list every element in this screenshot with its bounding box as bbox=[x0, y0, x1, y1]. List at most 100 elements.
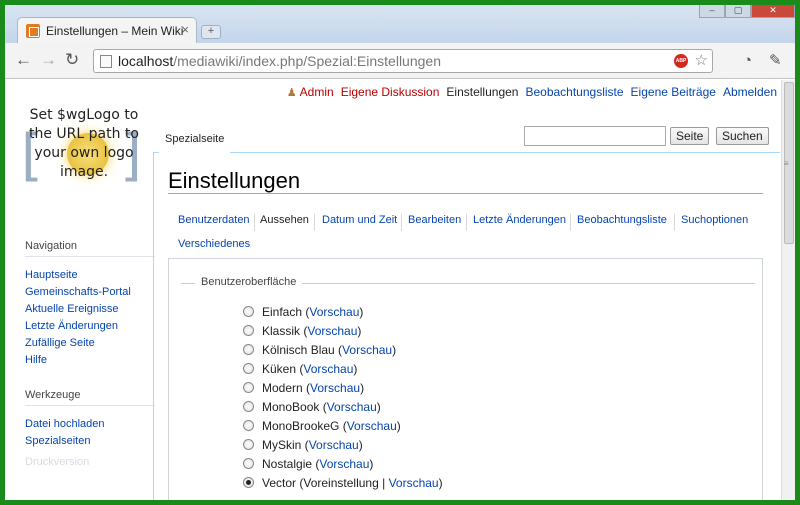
skin-preview-link[interactable]: Vorschau bbox=[319, 457, 369, 471]
sidebar-item-hauptseite[interactable]: Hauptseite bbox=[25, 267, 155, 284]
sidebar-item-recent-changes[interactable]: Letzte Änderungen bbox=[25, 318, 155, 335]
window-controls: – ▢ ✕ bbox=[699, 5, 795, 19]
skin-label: Nostalgie (Vorschau) bbox=[262, 457, 374, 471]
tab-separator bbox=[314, 214, 315, 231]
tab-strip: Einstellungen – Mein Wiki × + – ▢ ✕ bbox=[5, 5, 795, 44]
back-arrow-icon[interactable]: ← bbox=[15, 51, 32, 69]
skin-radio[interactable] bbox=[243, 306, 254, 317]
browser-tab[interactable]: Einstellungen – Mein Wiki × bbox=[17, 17, 197, 44]
logo-text: Set $wgLogo to the URL path to your own … bbox=[29, 107, 139, 180]
bookmark-star-icon[interactable]: ☆ bbox=[695, 52, 708, 70]
tab-separator bbox=[401, 214, 402, 231]
wiki-favicon-icon bbox=[26, 24, 40, 38]
tab-benutzerdaten[interactable]: Benutzerdaten bbox=[174, 209, 254, 232]
scrollbar-grip-icon: ≡ bbox=[784, 159, 789, 168]
user-link[interactable]: Admin bbox=[300, 85, 334, 99]
new-tab-button[interactable]: + bbox=[201, 25, 221, 39]
user-icon: ♟ bbox=[286, 87, 297, 99]
page-menu-icon[interactable]: ◔ bbox=[743, 52, 752, 70]
skin-radio[interactable] bbox=[243, 344, 254, 355]
skin-default-note: Voreinstellung bbox=[303, 476, 379, 490]
address-bar[interactable]: localhost/mediawiki/index.php/Spezial:Ei… bbox=[93, 49, 713, 73]
skin-name: Kölnisch Blau bbox=[262, 343, 335, 357]
tab-separator bbox=[674, 214, 675, 231]
browser-toolbar: ← → ↻ localhost/mediawiki/index.php/Spez… bbox=[5, 43, 795, 79]
skin-fieldset: Benutzeroberfläche Einfach (Vorschau) Kla… bbox=[181, 276, 755, 500]
skin-preview-link[interactable]: Vorschau bbox=[342, 343, 392, 357]
minimize-icon[interactable]: – bbox=[699, 5, 725, 18]
skin-preview-link[interactable]: Vorschau bbox=[309, 438, 359, 452]
url-path: /mediawiki/index.php/Spezial:Einstellung… bbox=[173, 53, 441, 69]
page-content: ♟ Admin Eigene Diskussion Einstellungen Beob… bbox=[5, 80, 795, 500]
sidebar-item-help[interactable]: Hilfe bbox=[25, 352, 155, 369]
tab-letzte-aenderungen[interactable]: Letzte Änderungen bbox=[469, 209, 570, 232]
nav-heading: Navigation bbox=[25, 240, 155, 257]
skin-label: Einfach (Vorschau) bbox=[262, 305, 364, 319]
skin-name: Einfach bbox=[262, 305, 303, 319]
maximize-icon[interactable]: ▢ bbox=[725, 5, 751, 18]
logout-link[interactable]: Abmelden bbox=[723, 85, 777, 99]
skin-radio[interactable] bbox=[243, 401, 254, 412]
skin-name: Küken bbox=[262, 362, 297, 376]
skin-label: MonoBrookeG (Vorschau) bbox=[262, 419, 401, 433]
skin-radio[interactable] bbox=[243, 477, 254, 488]
tab-verschiedenes[interactable]: Verschiedenes bbox=[174, 233, 254, 256]
skin-label: Kölnisch Blau (Vorschau) bbox=[262, 343, 397, 357]
address-url: localhost/mediawiki/index.php/Spezial:Ei… bbox=[118, 53, 441, 69]
skin-preview-link[interactable]: Vorschau bbox=[309, 305, 359, 319]
reload-icon[interactable]: ↻ bbox=[65, 51, 79, 69]
skin-radio[interactable] bbox=[243, 325, 254, 336]
adblock-icon[interactable]: ABP bbox=[674, 54, 688, 68]
tab-datum-zeit[interactable]: Datum und Zeit bbox=[318, 209, 401, 232]
close-window-icon[interactable]: ✕ bbox=[751, 5, 795, 18]
personal-tools: ♟ Admin Eigene Diskussion Einstellungen Beob… bbox=[280, 85, 777, 99]
skin-preview-link[interactable]: Vorschau bbox=[310, 381, 360, 395]
sidebar-item-upload[interactable]: Datei hochladen bbox=[25, 416, 155, 433]
talk-link[interactable]: Eigene Diskussion bbox=[341, 85, 440, 99]
skin-name: MonoBook bbox=[262, 400, 320, 414]
watchlist-link[interactable]: Beobachtungsliste bbox=[525, 85, 623, 99]
skin-radio[interactable] bbox=[243, 382, 254, 393]
skin-radio[interactable] bbox=[243, 439, 254, 450]
skin-name: MonoBrookeG bbox=[262, 419, 340, 433]
sidebar-item-events[interactable]: Aktuelle Ereignisse bbox=[25, 301, 155, 318]
skin-preview-link[interactable]: Vorschau bbox=[327, 400, 377, 414]
skin-name: Klassik bbox=[262, 324, 301, 338]
skin-label: Klassik (Vorschau) bbox=[262, 324, 362, 338]
close-tab-icon[interactable]: × bbox=[181, 23, 189, 37]
skin-radio[interactable] bbox=[243, 458, 254, 469]
skin-preview-link[interactable]: Vorschau bbox=[307, 324, 357, 338]
tab-suchoptionen[interactable]: Suchoptionen bbox=[677, 209, 752, 232]
tab-aussehen[interactable]: Aussehen bbox=[256, 209, 313, 232]
skin-radio[interactable] bbox=[243, 420, 254, 431]
preferences-link[interactable]: Einstellungen bbox=[446, 85, 518, 99]
browser-window: Einstellungen – Mein Wiki × + – ▢ ✕ ← → … bbox=[0, 0, 800, 505]
url-host: localhost bbox=[118, 53, 174, 69]
skin-radio[interactable] bbox=[243, 363, 254, 374]
wrench-menu-icon[interactable]: ✎ bbox=[769, 52, 782, 70]
contributions-link[interactable]: Eigene Beiträge bbox=[631, 85, 716, 99]
go-button[interactable]: Seite bbox=[670, 127, 710, 145]
skin-preview-link[interactable]: Vorschau bbox=[303, 362, 353, 376]
tab-beobachtungsliste[interactable]: Beobachtungsliste bbox=[573, 209, 671, 232]
tab-separator bbox=[254, 214, 255, 231]
tab-separator bbox=[466, 214, 467, 231]
skin-preview-link[interactable]: Vorschau bbox=[389, 476, 439, 490]
sidebar-item-random[interactable]: Zufällige Seite bbox=[25, 335, 155, 352]
tab-special-page[interactable]: Spezialseite bbox=[159, 128, 231, 153]
forward-arrow-icon[interactable]: → bbox=[40, 51, 57, 69]
tab-bearbeiten[interactable]: Bearbeiten bbox=[404, 209, 465, 232]
sidebar-item-portal[interactable]: Gemeinschafts-Portal bbox=[25, 284, 155, 301]
search-input[interactable] bbox=[524, 126, 666, 146]
sidebar-item-special-pages[interactable]: Spezialseiten bbox=[25, 433, 155, 450]
skin-name: Modern bbox=[262, 381, 303, 395]
skin-preview-link[interactable]: Vorschau bbox=[347, 419, 397, 433]
page-scrollbar[interactable]: ≡ bbox=[781, 80, 795, 500]
title-underline bbox=[168, 193, 763, 194]
wiki-logo[interactable]: [ ] Set $wgLogo to the URL path to your … bbox=[19, 106, 149, 206]
skin-label: MonoBook (Vorschau) bbox=[262, 400, 381, 414]
browser-tab-title: Einstellungen – Mein Wiki bbox=[46, 24, 184, 38]
skin-label: Vector (Voreinstellung | Vorschau) bbox=[262, 476, 443, 490]
skin-name: Nostalgie bbox=[262, 457, 313, 471]
search-button[interactable]: Suchen bbox=[716, 127, 769, 145]
